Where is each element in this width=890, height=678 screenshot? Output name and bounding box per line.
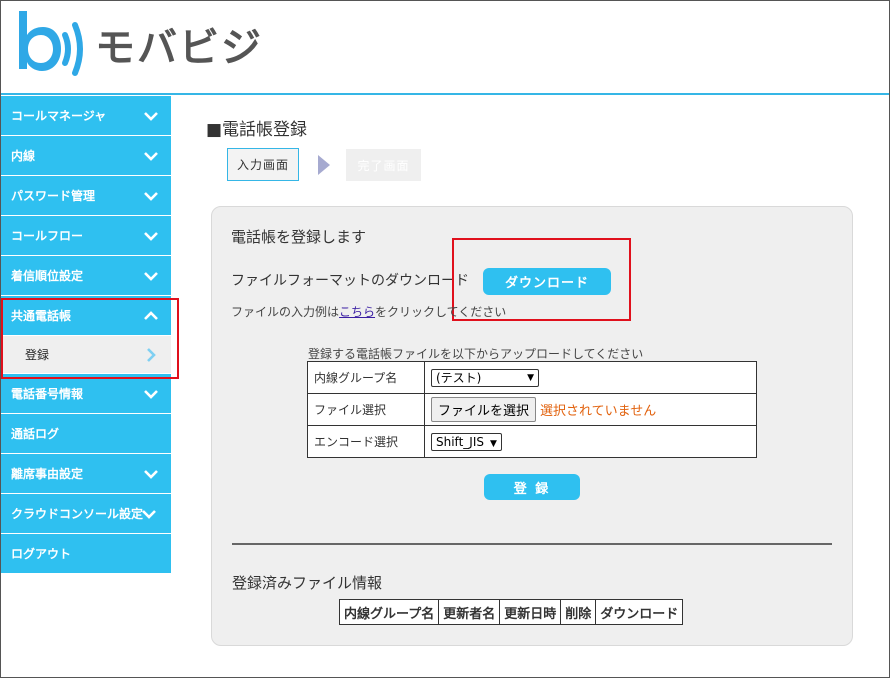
chevron-down-icon: [144, 112, 158, 121]
brand-logo-icon: [19, 11, 83, 76]
sidebar-item-phone-number-info[interactable]: 電話番号情報: [1, 374, 171, 414]
brand-name: モバビジ: [95, 25, 263, 71]
chevron-down-icon: [144, 192, 158, 201]
file-select-cell: ファイルを選択 選択されていません: [424, 393, 757, 426]
sidebar-item-label: コールマネージャ: [11, 109, 107, 123]
example-suffix: をクリックしてください: [375, 305, 507, 319]
sidebar-item-label: 離席事由設定: [11, 467, 84, 481]
extension-group-value: (テスト): [436, 370, 482, 385]
step-input: 入力画面: [227, 148, 299, 181]
encoding-value: Shift_JIS: [436, 434, 484, 449]
format-download-label: ファイルフォーマットのダウンロード: [231, 273, 469, 289]
divider: [232, 543, 832, 545]
chevron-down-icon: ▼: [527, 372, 534, 383]
chevron-down-icon: [144, 232, 158, 241]
page-title: ■電話帳登録: [206, 120, 308, 140]
header: モバビジ: [1, 1, 889, 95]
encoding-cell: Shift_JIS ▼: [424, 425, 757, 458]
sidebar-item-label: 内線: [11, 149, 36, 163]
example-text: ファイルの入力例はこちらをクリックしてください: [231, 303, 506, 320]
sidebar-item-extension[interactable]: 内線: [1, 136, 171, 176]
column-header: 削除: [560, 599, 597, 625]
table-row: ファイル選択 ファイルを選択 選択されていません: [307, 393, 757, 426]
sidebar-item-call-manager[interactable]: コールマネージャ: [1, 96, 171, 136]
choose-file-button[interactable]: ファイルを選択: [431, 397, 537, 422]
file-status-text: 選択されていません: [540, 404, 657, 419]
registered-files-heading: 登録済みファイル情報: [232, 574, 383, 592]
extension-group-label: 内線グループ名: [307, 361, 425, 394]
column-header: ダウンロード: [595, 599, 684, 625]
sidebar-item-ring-order[interactable]: 着信順位設定: [1, 256, 171, 296]
sidebar-item-label: 電話番号情報: [11, 387, 84, 401]
file-select-label: ファイル選択: [307, 393, 425, 426]
upload-caption: 登録する電話帳ファイルを以下からアップロードしてください: [308, 347, 644, 361]
sidebar-item-label: パスワード管理: [11, 189, 96, 203]
sidebar-item-label: クラウドコンソール設定: [11, 507, 144, 521]
sidebar-item-label: コールフロー: [11, 229, 84, 243]
sidebar-item-cloud-console[interactable]: クラウドコンソール設定: [1, 494, 171, 534]
chevron-down-icon: [144, 272, 158, 281]
chevron-down-icon: [144, 390, 158, 399]
example-link[interactable]: こちら: [339, 305, 375, 319]
encoding-label: エンコード選択: [307, 425, 425, 458]
column-header: 内線グループ名: [338, 599, 440, 625]
example-prefix: ファイルの入力例は: [231, 305, 340, 319]
extension-group-cell: (テスト) ▼: [424, 361, 757, 394]
chevron-down-icon: [144, 152, 158, 161]
sidebar-item-label: ログアウト: [11, 547, 72, 561]
table-row: 内線グループ名 (テスト) ▼: [307, 361, 757, 394]
register-button[interactable]: 登 録: [484, 474, 580, 500]
column-header: 更新日時: [499, 599, 562, 625]
sidebar-item-call-log[interactable]: 通話ログ: [1, 414, 171, 454]
encoding-select[interactable]: Shift_JIS ▼: [431, 432, 502, 451]
column-header: 更新者名: [438, 599, 501, 625]
chevron-down-icon: [144, 470, 158, 479]
step-arrow-icon: [318, 155, 330, 175]
sidebar-item-call-flow[interactable]: コールフロー: [1, 216, 171, 256]
sidebar-item-password[interactable]: パスワード管理: [1, 176, 171, 216]
table-header-row: 内線グループ名 更新者名 更新日時 削除 ダウンロード: [338, 599, 684, 625]
table-row: エンコード選択 Shift_JIS ▼: [307, 425, 757, 458]
step-complete: 完了画面: [346, 149, 421, 181]
chevron-down-icon: [142, 510, 156, 519]
upload-form-table: 内線グループ名 (テスト) ▼ ファイル選択 ファイルを選択 選択されていません エ…: [307, 361, 757, 458]
sidebar-item-label: 通話ログ: [11, 427, 60, 441]
sidebar-item-away-reason[interactable]: 離席事由設定: [1, 454, 171, 494]
panel-heading: 電話帳を登録します: [231, 228, 367, 246]
sidebar-item-logout[interactable]: ログアウト: [1, 534, 171, 574]
sidebar-item-label: 着信順位設定: [11, 269, 84, 283]
highlight-box-sidebar: [1, 298, 179, 379]
extension-group-select[interactable]: (テスト) ▼: [431, 368, 539, 387]
registered-files-table: 内線グループ名 更新者名 更新日時 削除 ダウンロード: [338, 599, 684, 625]
chevron-down-icon: ▼: [489, 438, 497, 449]
